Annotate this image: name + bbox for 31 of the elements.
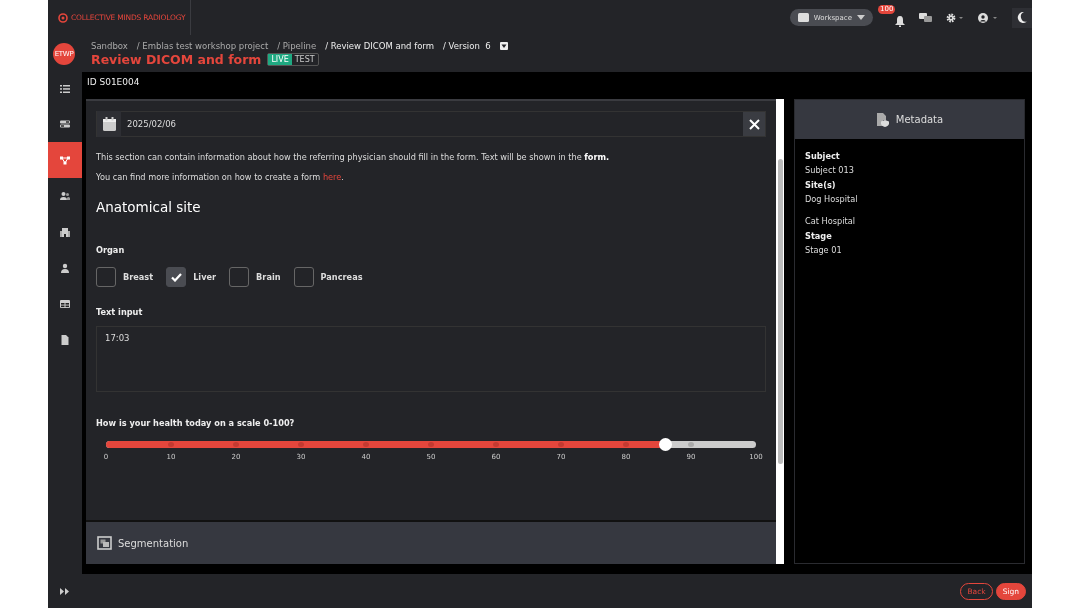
section-title: Segmentation [118, 537, 189, 549]
intro-text: This section can contain information about how the referring physician should fill in the form. Text will be shown in the form. [96, 152, 611, 162]
panel-title: Metadata [895, 114, 944, 125]
metadata-value: Dog Hospital [805, 194, 859, 204]
field-label: Text input [96, 307, 144, 317]
section-header[interactable]: Segmentation [86, 520, 776, 564]
date-field[interactable]: 2025/02/06 [96, 111, 766, 137]
metadata-value: Stage 01 [805, 245, 843, 255]
metadata-value: Cat Hospital [805, 216, 856, 226]
checkbox-label: Liver [193, 272, 217, 282]
page-title: Review DICOM and form [91, 51, 262, 67]
checkbox-label: Breast [123, 272, 154, 282]
mode-toggle[interactable]: LIVE TEST [267, 52, 319, 66]
checkbox-label: Brain [256, 272, 281, 282]
breadcrumb-link[interactable]: / Version 6 [442, 40, 491, 51]
field-label: Organ [96, 245, 126, 255]
breadcrumb-link[interactable]: / Emblas test workshop project [136, 40, 269, 51]
metadata-label: Stage [805, 231, 833, 241]
breadcrumb-link[interactable]: Sandbox [91, 40, 128, 51]
metadata-label: Site(s) [805, 180, 837, 190]
checkbox-label: Pancreas [320, 272, 363, 282]
text-area[interactable]: 17:03 [96, 326, 766, 392]
breadcrumb-link[interactable]: / Review DICOM and form [325, 40, 434, 51]
record-id: ID S01E004 [86, 76, 141, 89]
metadata-label: Subject [805, 151, 841, 161]
section-title: Anatomical site [96, 199, 202, 217]
info-text: You can find more information on how to create a form here. [96, 172, 345, 182]
field-label: How is your health today on a scale 0-100? [96, 418, 296, 428]
mode-option[interactable]: TEST [291, 53, 318, 65]
breadcrumb-link[interactable]: / Pipeline [277, 40, 317, 51]
metadata-value: Subject 013 [805, 165, 855, 175]
